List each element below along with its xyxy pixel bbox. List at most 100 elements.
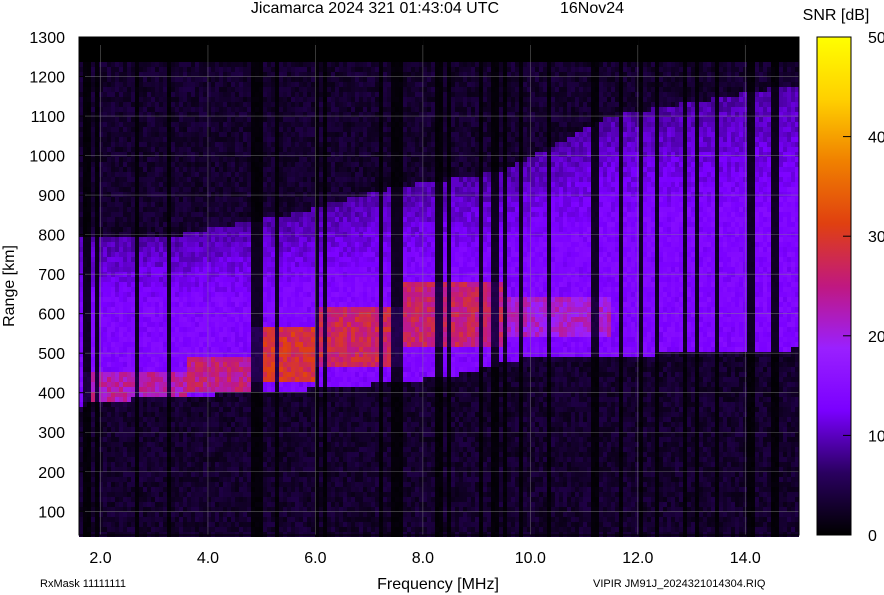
heatmap-cell — [87, 222, 91, 227]
heatmap-cell — [83, 262, 87, 267]
heatmap-cell — [91, 382, 95, 387]
heatmap-cell — [215, 267, 219, 272]
heatmap-cell — [223, 107, 227, 112]
heatmap-cell — [251, 212, 255, 217]
heatmap-cell — [95, 187, 99, 192]
heatmap-cell — [203, 362, 207, 367]
heatmap-cell — [271, 492, 275, 497]
heatmap-cell — [211, 447, 215, 452]
heatmap-cell — [231, 467, 235, 472]
heatmap-cell — [199, 147, 203, 152]
heatmap-cell — [239, 517, 243, 522]
heatmap-cell — [135, 372, 139, 377]
heatmap-cell — [219, 152, 223, 157]
heatmap-cell — [267, 162, 271, 167]
heatmap-cell — [155, 302, 159, 307]
heatmap-cell — [151, 337, 155, 342]
heatmap-cell — [183, 297, 187, 302]
heatmap-cell — [111, 352, 115, 357]
heatmap-cell — [147, 312, 151, 317]
heatmap-cell — [107, 87, 111, 92]
heatmap-cell — [207, 427, 211, 432]
heatmap-cell — [111, 167, 115, 172]
heatmap-cell — [99, 377, 103, 382]
heatmap-cell — [179, 82, 183, 87]
heatmap-cell — [239, 362, 243, 367]
heatmap-cell — [147, 62, 151, 67]
heatmap-cell — [227, 62, 231, 67]
heatmap-cell — [147, 177, 151, 182]
heatmap-cell — [91, 497, 95, 502]
heatmap-cell — [223, 272, 227, 277]
heatmap-cell — [203, 332, 207, 337]
heatmap-cell — [219, 452, 223, 457]
heatmap-cell — [215, 302, 219, 307]
heatmap-cell — [135, 322, 139, 327]
heatmap-cell — [259, 132, 263, 137]
heatmap-cell — [175, 122, 179, 127]
heatmap-cell — [215, 147, 219, 152]
heatmap-cell — [131, 317, 135, 322]
heatmap-cell — [95, 412, 99, 417]
heatmap-cell — [235, 247, 239, 252]
heatmap-cell — [203, 82, 207, 87]
heatmap-cell — [127, 462, 131, 467]
heatmap-cell — [127, 217, 131, 222]
heatmap-cell — [123, 317, 127, 322]
heatmap-cell — [271, 162, 275, 167]
heatmap-cell — [251, 477, 255, 482]
heatmap-cell — [159, 67, 163, 72]
heatmap-cell — [223, 432, 227, 437]
heatmap-cell — [111, 142, 115, 147]
heatmap-cell — [219, 287, 223, 292]
heatmap-cell — [183, 247, 187, 252]
heatmap-cell — [79, 177, 83, 182]
heatmap-cell — [275, 442, 279, 447]
heatmap-cell — [211, 312, 215, 317]
heatmap-cell — [227, 407, 231, 412]
heatmap-cell — [239, 102, 243, 107]
heatmap-cell — [91, 297, 95, 302]
heatmap-cell — [259, 377, 263, 382]
heatmap-cell — [215, 137, 219, 142]
heatmap-cell — [175, 62, 179, 67]
heatmap-cell — [171, 147, 175, 152]
heatmap-cell — [227, 132, 231, 137]
heatmap-cell — [159, 477, 163, 482]
heatmap-cell — [171, 132, 175, 137]
heatmap-cell — [235, 492, 239, 497]
heatmap-cell — [123, 427, 127, 432]
heatmap-cell — [175, 212, 179, 217]
heatmap-cell — [199, 217, 203, 222]
heatmap-cell — [171, 257, 175, 262]
heatmap-cell — [107, 157, 111, 162]
heatmap-cell — [251, 187, 255, 192]
heatmap-cell — [135, 522, 139, 527]
heatmap-cell — [211, 132, 215, 137]
heatmap-cell — [215, 527, 219, 532]
heatmap-cell — [175, 462, 179, 467]
heatmap-cell — [271, 377, 275, 382]
heatmap-cell — [239, 82, 243, 87]
heatmap-cell — [115, 307, 119, 312]
heatmap-cell — [155, 227, 159, 232]
heatmap-cell — [203, 152, 207, 157]
heatmap-cell — [147, 257, 151, 262]
heatmap-cell — [159, 202, 163, 207]
heatmap-cell — [99, 107, 103, 112]
heatmap-cell — [211, 487, 215, 492]
heatmap-cell — [267, 487, 271, 492]
heatmap-cell — [155, 452, 159, 457]
heatmap-cell — [239, 527, 243, 532]
heatmap-cell — [207, 62, 211, 67]
heatmap-cell — [167, 497, 171, 502]
heatmap-cell — [243, 257, 247, 262]
heatmap-cell — [179, 127, 183, 132]
heatmap-cell — [279, 122, 283, 127]
heatmap-cell — [215, 402, 219, 407]
heatmap-cell — [251, 242, 255, 247]
heatmap-cell — [119, 242, 123, 247]
heatmap-cell — [103, 442, 107, 447]
heatmap-cell — [111, 257, 115, 262]
heatmap-cell — [215, 347, 219, 352]
